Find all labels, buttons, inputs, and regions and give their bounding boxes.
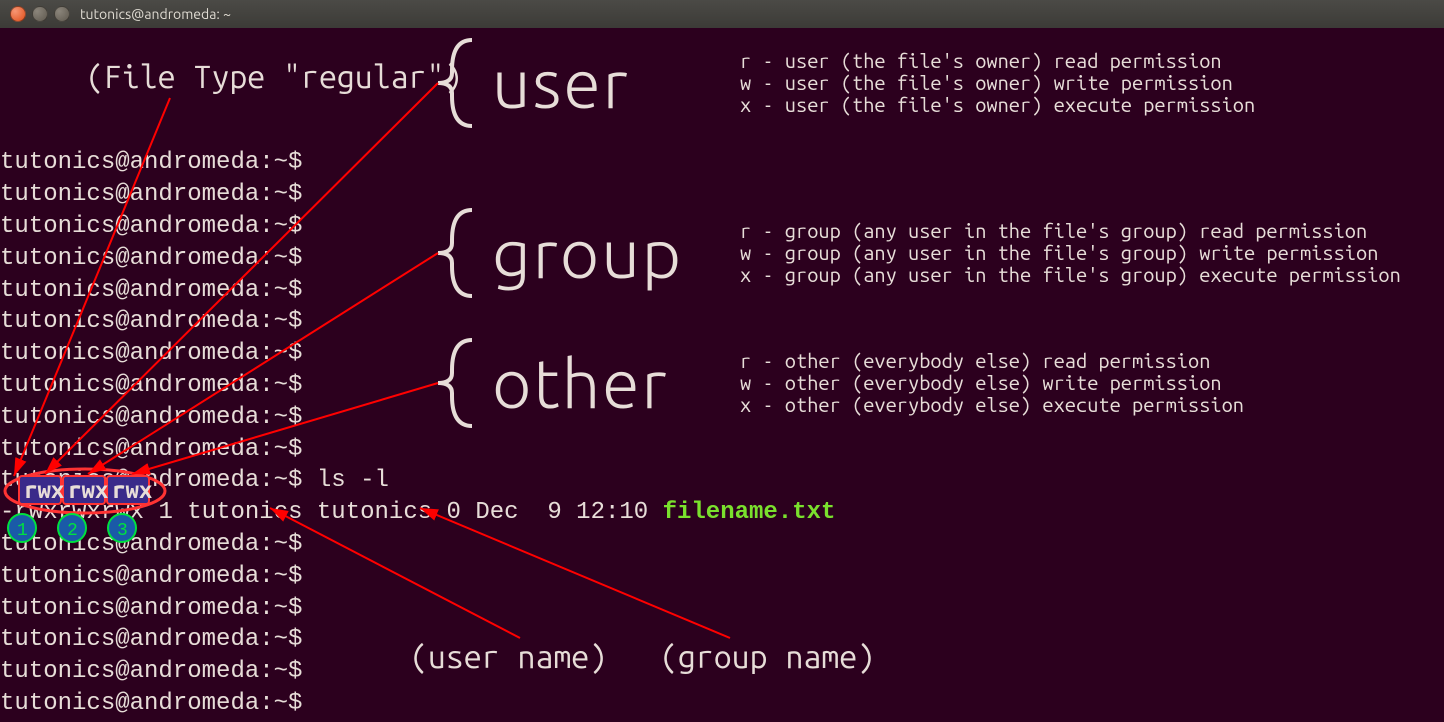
- window-titlebar: tutonics@andromeda: ~: [0, 0, 1444, 28]
- prompt-line: tutonics@andromeda:~$: [0, 595, 302, 622]
- ls-links: 1: [158, 499, 172, 526]
- terminal-output[interactable]: tutonics@andromeda:~$ tutonics@andromeda…: [0, 52, 1444, 722]
- prompt-line: tutonics@andromeda:~$: [0, 308, 302, 335]
- prompt-line: tutonics@andromeda:~$: [0, 213, 302, 240]
- perm-other: rwx: [101, 499, 144, 526]
- prompt-line: tutonics@andromeda:~$: [0, 531, 302, 558]
- prompt-line: tutonics@andromeda:~$: [0, 690, 302, 717]
- prompt-line: tutonics@andromeda:~$: [0, 626, 302, 653]
- window-maximize-button[interactable]: [54, 6, 70, 22]
- prompt-line: tutonics@andromeda:~$: [0, 404, 302, 431]
- perm-group: rwx: [58, 499, 101, 526]
- prompt-line: tutonics@andromeda:~$: [0, 149, 302, 176]
- ls-date: Dec 9 12:10: [475, 499, 648, 526]
- prompt-line: tutonics@andromeda:~$: [0, 277, 302, 304]
- prompt-line: tutonics@andromeda:~$: [0, 340, 302, 367]
- prompt-line: tutonics@andromeda:~$: [0, 245, 302, 272]
- ls-owner: tutonics: [187, 499, 302, 526]
- prompt-line: tutonics@andromeda:~$: [0, 181, 302, 208]
- perm-user: rwx: [14, 499, 57, 526]
- prompt-line: tutonics@andromeda:~$: [0, 467, 302, 494]
- ls-group: tutonics: [317, 499, 432, 526]
- prompt-line: tutonics@andromeda:~$: [0, 658, 302, 685]
- prompt-line: tutonics@andromeda:~$: [0, 563, 302, 590]
- prompt-line: tutonics@andromeda:~$: [0, 372, 302, 399]
- ls-size: 0: [447, 499, 461, 526]
- window-minimize-button[interactable]: [32, 6, 48, 22]
- prompt-line: tutonics@andromeda:~$: [0, 436, 302, 463]
- window-title: tutonics@andromeda: ~: [80, 6, 231, 22]
- window-close-button[interactable]: [10, 6, 26, 22]
- perm-filetype: -: [0, 499, 14, 526]
- ls-command: ls -l: [317, 467, 389, 494]
- ls-filename: filename.txt: [663, 499, 836, 526]
